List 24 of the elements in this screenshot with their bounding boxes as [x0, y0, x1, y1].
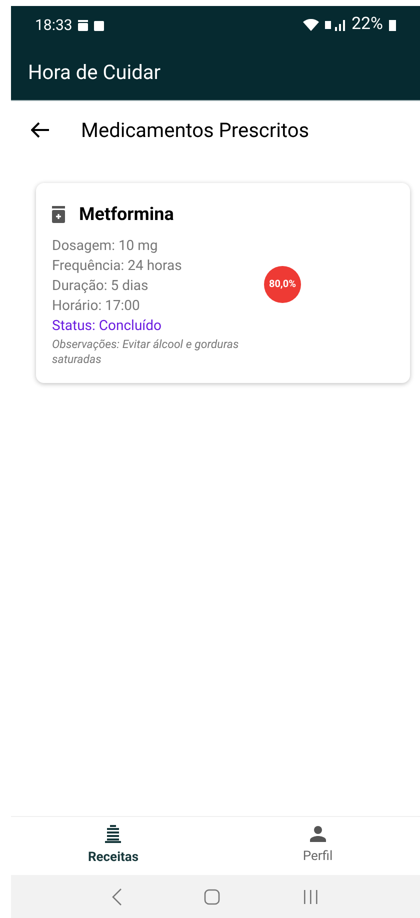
list-icon	[105, 824, 122, 843]
back-nav-button[interactable]	[112, 888, 122, 906]
medication-notes: Observações: Evitar álcool e gorduras saturadas	[52, 337, 240, 367]
notification-icon	[78, 20, 88, 30]
nav-tab[interactable]: Perfil	[216, 817, 420, 875]
status-time: 18:33	[35, 14, 72, 36]
medication-detail: Horário: 17:00	[52, 297, 141, 316]
medication-name: Metformina	[79, 203, 174, 227]
medication-status: Status: Concluído	[52, 317, 163, 336]
home-nav-button[interactable]	[204, 888, 220, 904]
medication-detail: Frequência: 24 horas	[52, 257, 183, 276]
medication-detail: Dosagem: 10 mg	[52, 237, 159, 256]
app-title: Hora de Cuidar	[28, 59, 161, 86]
signal-icon	[325, 19, 346, 31]
nav-tab[interactable]: Receitas	[11, 817, 216, 875]
medicine-bottle-icon	[52, 206, 65, 223]
progress-badge: 80,0%	[264, 266, 301, 302]
recents-nav-button[interactable]	[302, 888, 319, 904]
battery-icon	[389, 19, 396, 31]
person-icon	[310, 826, 326, 842]
medication-detail: Duração: 5 dias	[52, 277, 150, 296]
page-title: Medicamentos Prescritos	[81, 117, 310, 144]
battery-level: 22%	[351, 13, 383, 36]
wifi-icon	[303, 19, 320, 31]
